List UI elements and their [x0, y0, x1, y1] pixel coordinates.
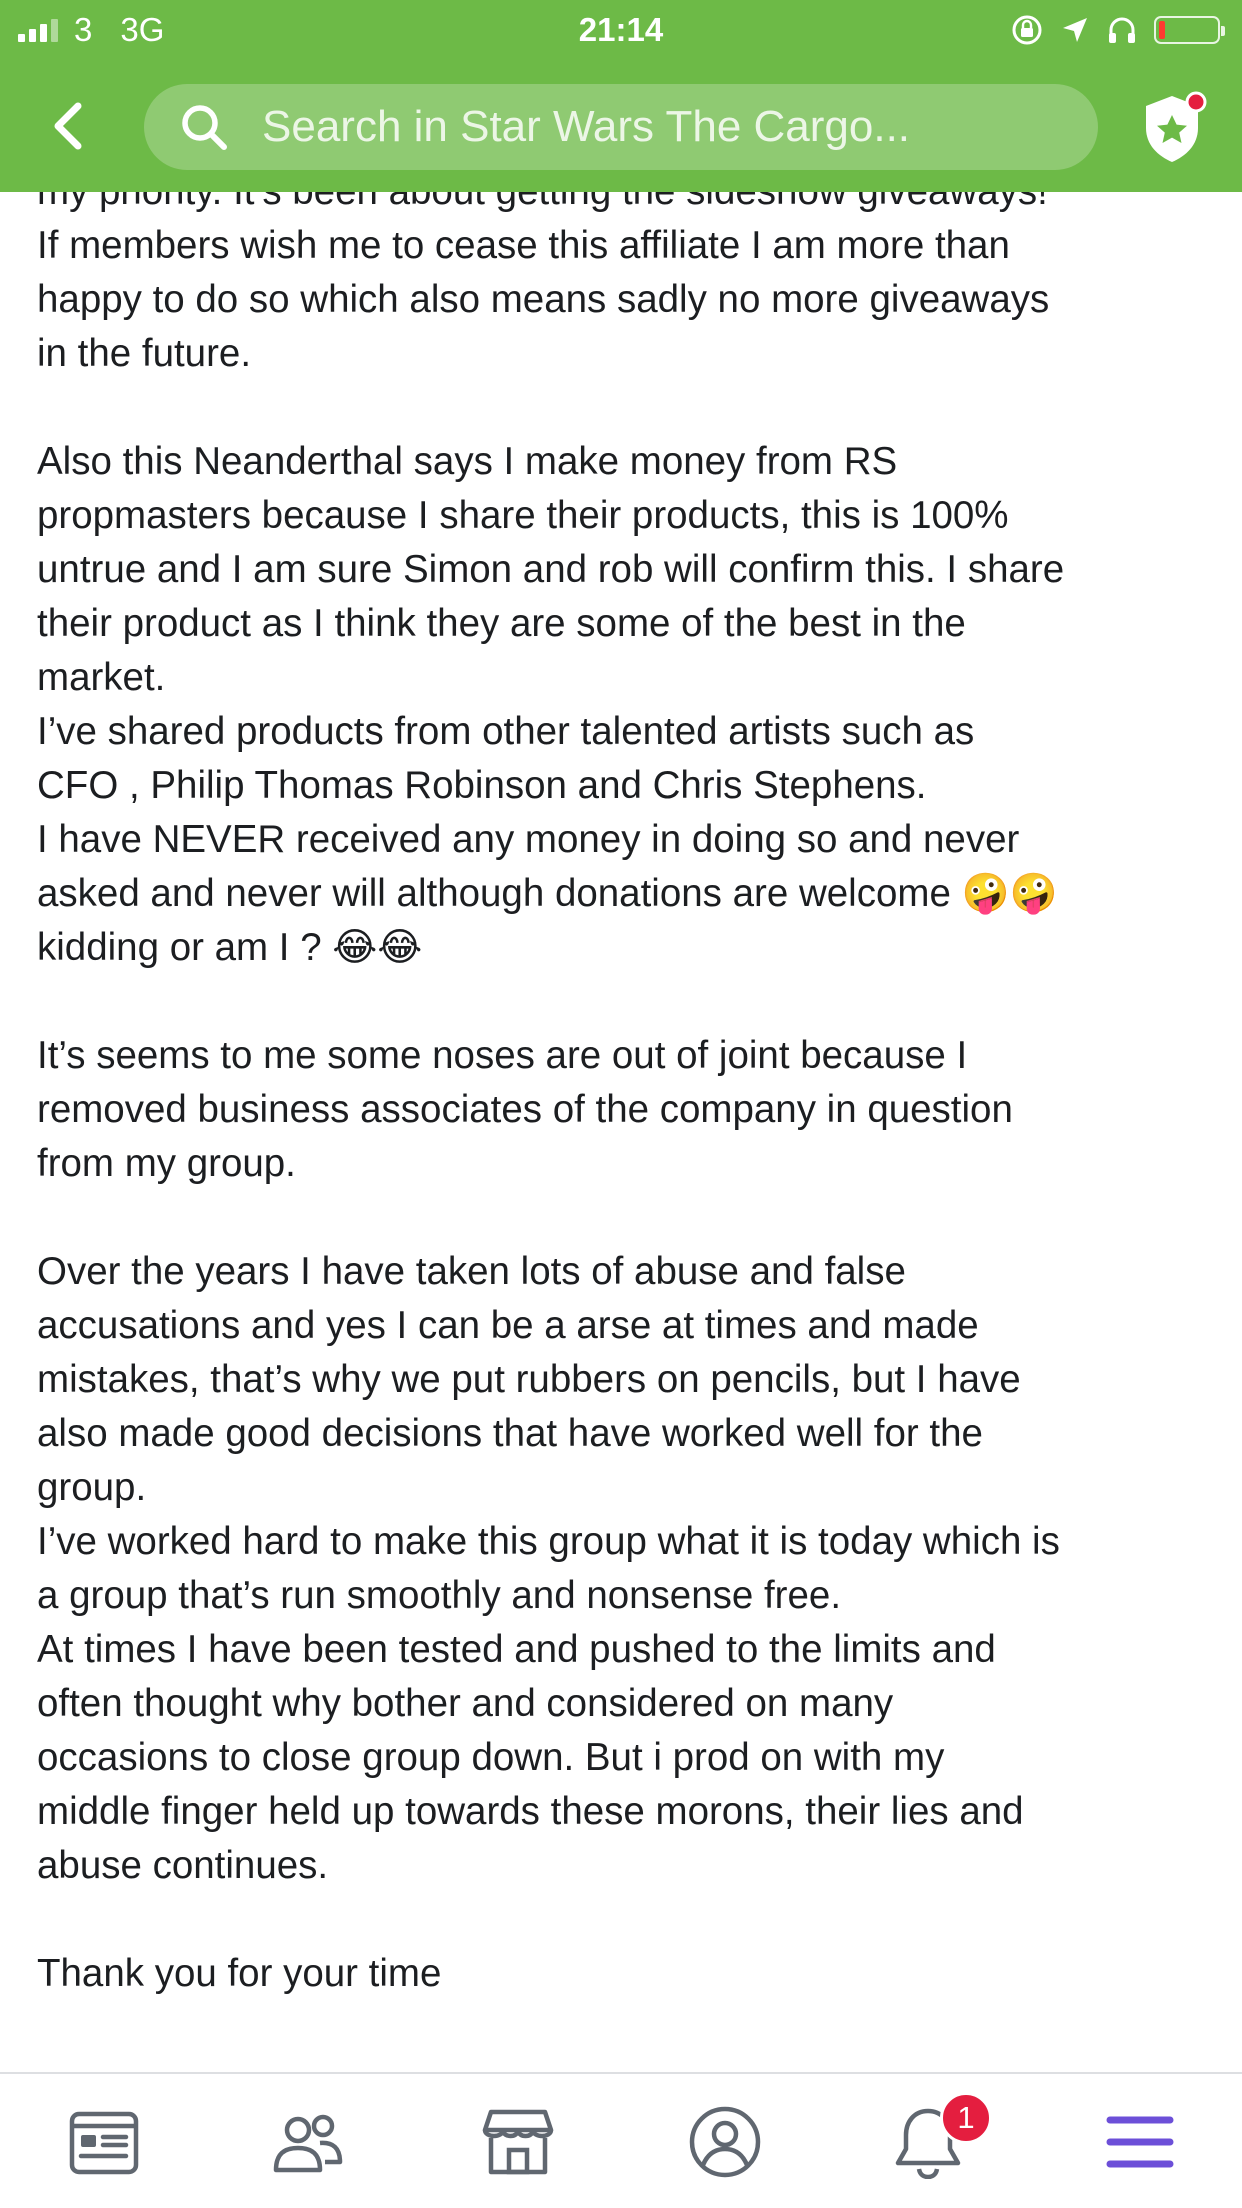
search-placeholder: Search in Star Wars The Cargo...: [262, 102, 911, 151]
battery-level: [1159, 21, 1165, 39]
bottom-tab-bar: [0, 2072, 1242, 2208]
tab-marketplace[interactable]: [468, 2096, 568, 2188]
tab-menu[interactable]: [1090, 2096, 1190, 2188]
battery-icon: [1154, 16, 1225, 44]
news-feed-icon: [69, 2111, 139, 2175]
tab-profile[interactable]: [675, 2096, 775, 2188]
chevron-left-icon: [54, 102, 82, 150]
profile-icon: [689, 2106, 761, 2178]
groups-icon: [273, 2114, 343, 2173]
post-content-area: my priority. It’s been about getting the…: [0, 192, 1242, 2072]
status-bar-right: [1010, 10, 1225, 50]
search-icon: [178, 101, 230, 153]
notification-dot: [1185, 91, 1207, 113]
post-body-text: my priority. It’s been about getting the…: [37, 192, 1065, 1995]
headphones-icon: [1109, 17, 1135, 43]
tab-groups[interactable]: [258, 2096, 358, 2188]
tab-news-feed[interactable]: [54, 2096, 154, 2188]
admin-tools-button[interactable]: [1132, 88, 1212, 168]
location-arrow-icon: [1063, 18, 1087, 42]
marketplace-icon: [482, 2109, 554, 2175]
group-search-header: Search in Star Wars The Cargo...: [0, 60, 1242, 192]
back-button[interactable]: [38, 96, 98, 156]
group-search-input[interactable]: Search in Star Wars The Cargo...: [144, 84, 1098, 170]
notifications-badge: 1: [940, 2092, 992, 2144]
menu-icon: [1106, 2116, 1174, 2168]
shield-star-icon: [1146, 91, 1207, 162]
orientation-lock-icon: [1012, 15, 1042, 45]
status-bar: 3 3G 21:14: [0, 0, 1242, 60]
